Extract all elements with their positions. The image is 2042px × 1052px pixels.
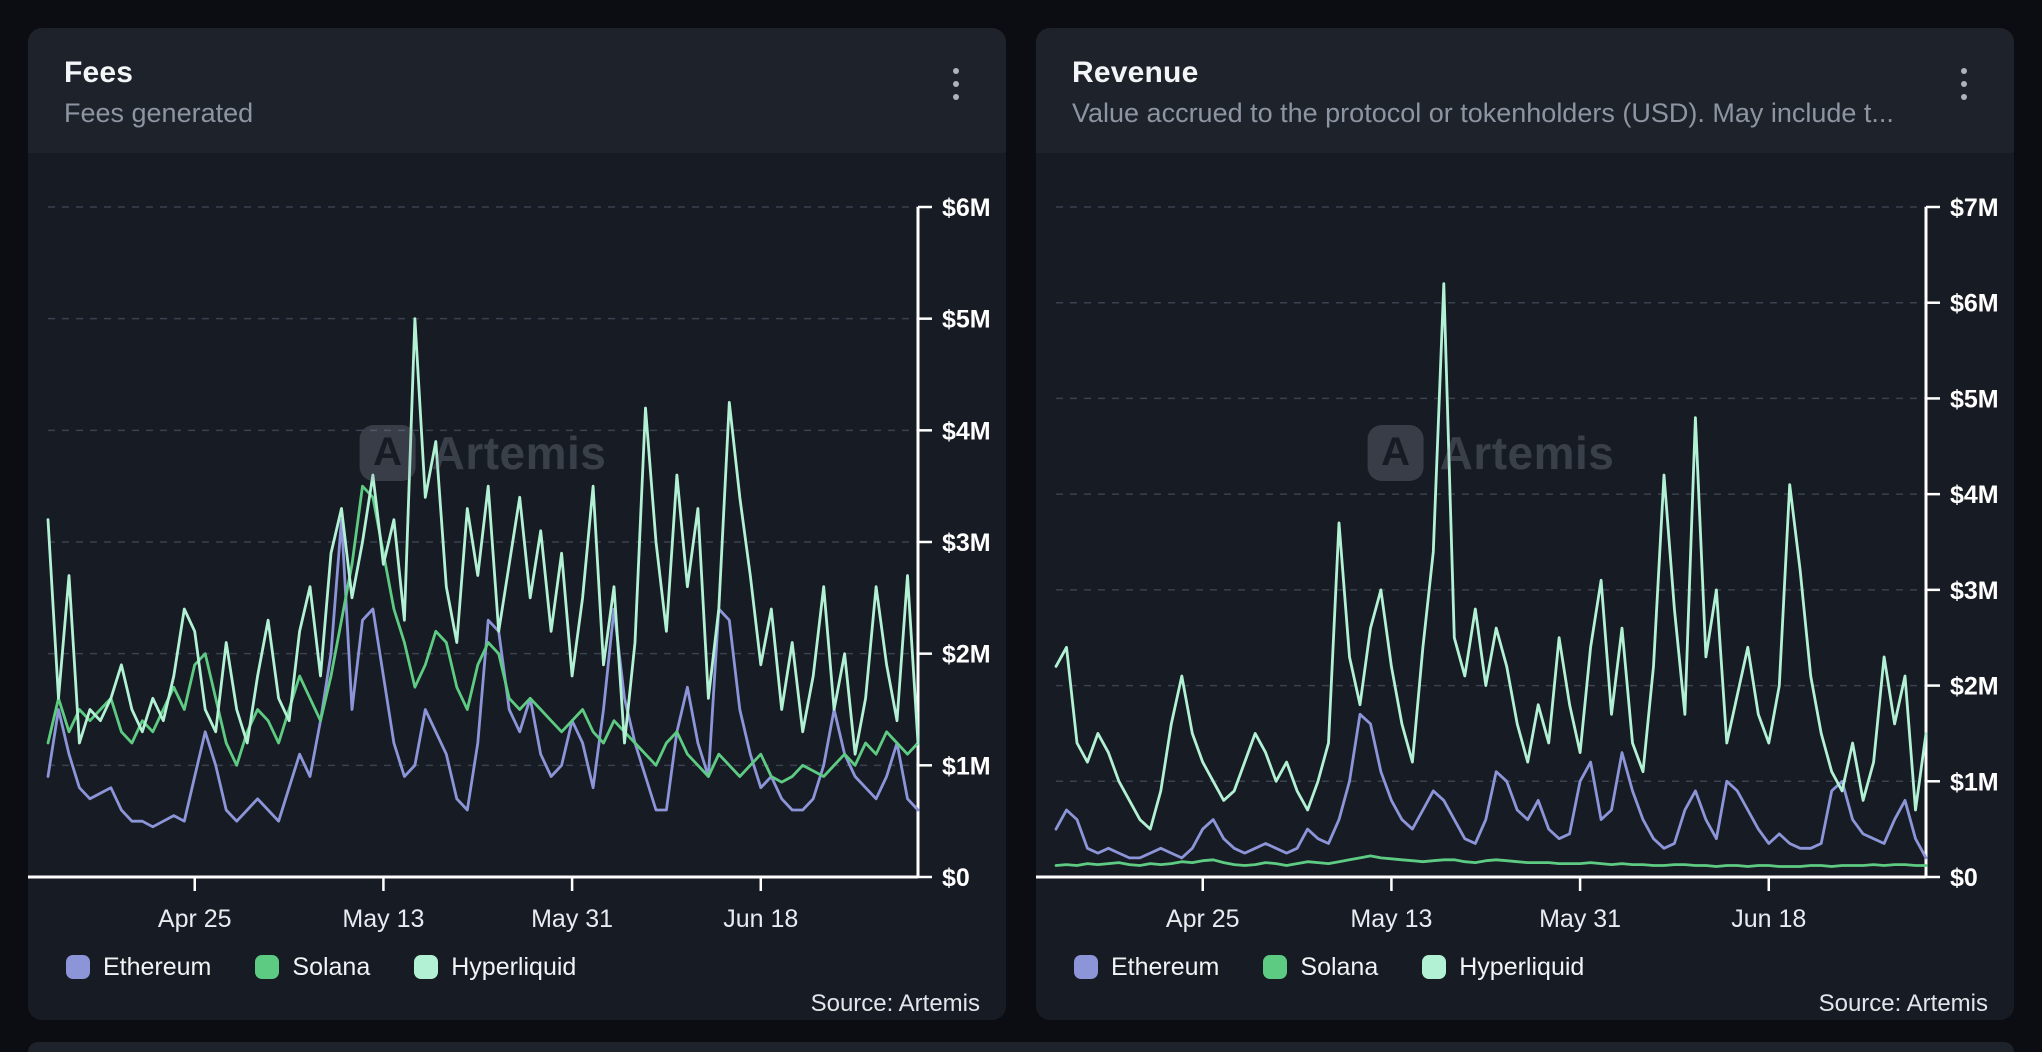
y-tick-label: $3M <box>942 529 991 557</box>
x-tick-label: Apr 25 <box>1166 905 1240 933</box>
legend-label: Hyperliquid <box>451 953 576 982</box>
solana-swatch-icon <box>1263 955 1287 979</box>
ethereum-swatch-icon <box>66 955 90 979</box>
legend-item-solana[interactable]: Solana <box>1263 953 1378 982</box>
kebab-menu-icon[interactable] <box>1946 62 1982 106</box>
solana-swatch-icon <box>255 955 279 979</box>
x-tick-label: May 31 <box>1539 905 1621 933</box>
chart-area: $0 $1M $2M $3M $4M $5M $6M $7M Apr 25 May 13 May 3… <box>1036 153 2014 1020</box>
chart-area: $0 $1M $2M $3M $4M $5M $6M Apr 25 May 13 May 31 Ju… <box>28 153 1006 1020</box>
legend-item-ethereum[interactable]: Ethereum <box>1074 953 1219 982</box>
x-tick-label: Jun 18 <box>723 905 798 933</box>
y-tick-label: $0 <box>942 864 970 892</box>
revenue-chart[interactable]: $0 $1M $2M $3M $4M $5M $6M $7M Apr 25 May 13 May 3… <box>1036 153 2014 943</box>
legend-item-hyperliquid[interactable]: Hyperliquid <box>1422 953 1584 982</box>
y-tick-label: $5M <box>1950 385 1999 413</box>
legend-label: Ethereum <box>1111 953 1219 982</box>
y-tick-label: $1M <box>942 752 991 780</box>
page-title: Revenue <box>1072 56 1978 89</box>
legend-label: Ethereum <box>103 953 211 982</box>
page-title: Fees <box>64 56 970 89</box>
card-header: Revenue Value accrued to the protocol or… <box>1036 28 2014 153</box>
source-attribution: Source: Artemis <box>28 990 980 1018</box>
y-tick-label: $4M <box>1950 481 1999 509</box>
y-tick-label: $6M <box>942 194 991 222</box>
x-tick-label: Jun 18 <box>1731 905 1806 933</box>
y-tick-label: $1M <box>1950 768 1999 796</box>
chart-legend: Ethereum Solana Hyperliquid <box>1074 953 2014 982</box>
card-subtitle: Fees generated <box>64 99 970 129</box>
hyperliquid-swatch-icon <box>1422 955 1446 979</box>
legend-label: Solana <box>292 953 370 982</box>
next-row-card-edge <box>28 1042 2014 1052</box>
legend-item-ethereum[interactable]: Ethereum <box>66 953 211 982</box>
card-subtitle: Value accrued to the protocol or tokenho… <box>1072 99 1978 129</box>
x-tick-label: May 13 <box>1350 905 1432 933</box>
legend-item-solana[interactable]: Solana <box>255 953 370 982</box>
y-tick-label: $2M <box>1950 672 1999 700</box>
fees-card: Fees Fees generated $0 $1M $2M $3M $4M $5M $6M… <box>28 28 1006 1020</box>
series-line-hyperliquid <box>1056 283 1926 829</box>
y-tick-label: $7M <box>1950 194 1999 222</box>
hyperliquid-swatch-icon <box>414 955 438 979</box>
y-tick-label: $4M <box>942 417 991 445</box>
legend-label: Hyperliquid <box>1459 953 1584 982</box>
kebab-menu-icon[interactable] <box>938 62 974 106</box>
ethereum-swatch-icon <box>1074 955 1098 979</box>
y-tick-label: $6M <box>1950 289 1999 317</box>
revenue-card: Revenue Value accrued to the protocol or… <box>1036 28 2014 1020</box>
legend-label: Solana <box>1300 953 1378 982</box>
y-tick-label: $3M <box>1950 577 1999 605</box>
legend-item-hyperliquid[interactable]: Hyperliquid <box>414 953 576 982</box>
y-tick-label: $2M <box>942 640 991 668</box>
source-attribution: Source: Artemis <box>1036 990 1988 1018</box>
dashboard-row: Fees Fees generated $0 $1M $2M $3M $4M $5M $6M… <box>0 0 2042 1048</box>
y-tick-label: $0 <box>1950 864 1978 892</box>
fees-chart[interactable]: $0 $1M $2M $3M $4M $5M $6M Apr 25 May 13 May 31 Ju… <box>28 153 1006 943</box>
y-tick-label: $5M <box>942 305 991 333</box>
chart-legend: Ethereum Solana Hyperliquid <box>66 953 1006 982</box>
series-line-ethereum <box>1056 714 1926 858</box>
card-header: Fees Fees generated <box>28 28 1006 153</box>
series-line-solana <box>1056 856 1926 867</box>
x-tick-label: May 13 <box>342 905 424 933</box>
x-tick-label: Apr 25 <box>158 905 232 933</box>
x-tick-label: May 31 <box>531 905 613 933</box>
